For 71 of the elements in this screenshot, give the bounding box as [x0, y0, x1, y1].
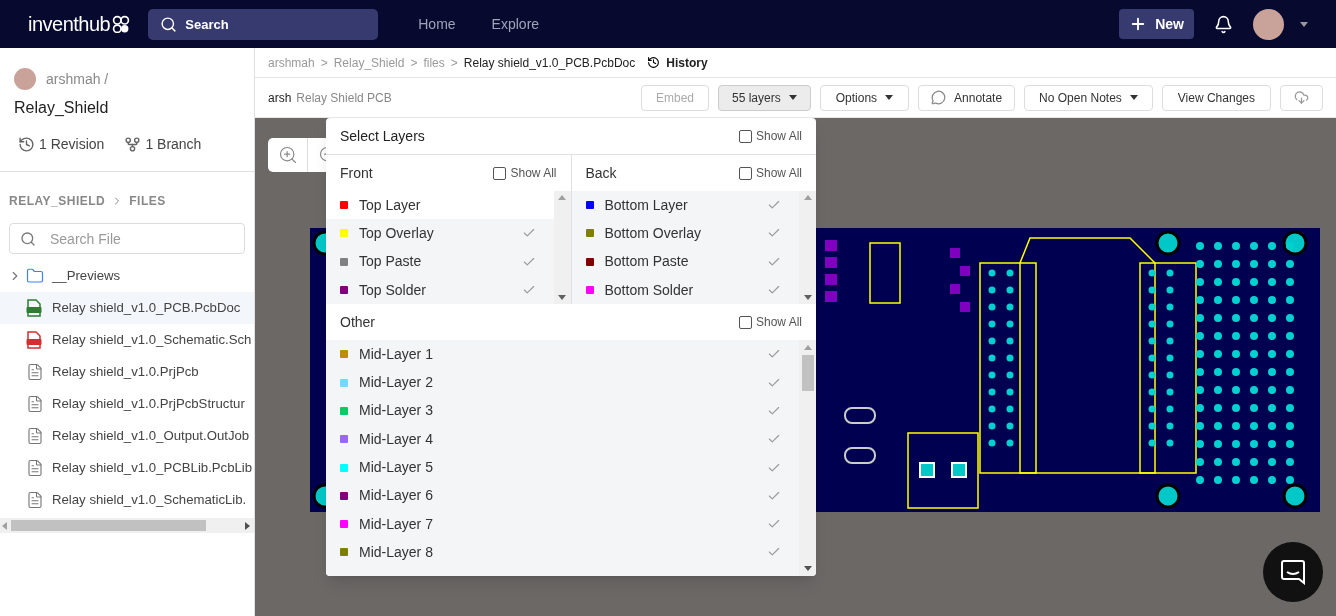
layer-name: Top Layer: [359, 195, 422, 215]
layer-name: Mid-Layer 1: [359, 344, 434, 364]
layer-name: Mid-Layer 7: [359, 514, 434, 534]
file-item[interactable]: Relay shield_v1.0_Schematic.Sch: [0, 324, 254, 356]
logo-text[interactable]: inventhub: [28, 9, 111, 39]
branch-count[interactable]: 1 Branch: [145, 134, 202, 155]
layer-item[interactable]: Top Paste: [326, 247, 554, 276]
show-all-label: Show All: [755, 165, 802, 182]
file-item[interactable]: __Previews: [0, 260, 254, 292]
repository-title: Relay_Shield: [14, 98, 110, 118]
breadcrumb-separator: >: [410, 54, 418, 72]
dropdown-title: Select Layers: [340, 126, 425, 146]
options-button[interactable]: Options: [819, 84, 910, 111]
layer-item[interactable]: Bottom Paste: [571, 247, 799, 276]
user-name: arsh: [268, 89, 292, 107]
show-all-label: Show All: [755, 128, 802, 145]
file-name: Relay shield_v1.0_Output.OutJob: [52, 427, 250, 446]
history-link[interactable]: History: [666, 53, 708, 72]
show-all-label: Show All: [510, 165, 557, 182]
new-button[interactable]: New: [1119, 9, 1194, 39]
layer-item[interactable]: Top Overlay: [326, 219, 554, 248]
path-segment[interactable]: FILES: [129, 192, 166, 210]
file-name: Relay shield_v1.0_SchematicLib.: [52, 491, 247, 510]
group-title: Other: [340, 312, 375, 332]
layer-name: Mid-Layer 3: [359, 401, 434, 421]
document-title: Relay Shield PCB: [296, 89, 392, 107]
file-item[interactable]: Relay shield_v1.0.PrjPcbStructur: [0, 388, 254, 420]
layer-name: Mid-Layer 6: [359, 486, 434, 506]
layer-name: Bottom Paste: [604, 252, 690, 272]
layer-name: Bottom Layer: [604, 195, 689, 215]
layer-name: Mid-Layer 8: [359, 542, 434, 562]
search-field[interactable]: Search: [148, 8, 379, 40]
layer-name: Mid-Layer 5: [359, 458, 434, 477]
group-title: Front: [340, 163, 373, 183]
file-item[interactable]: Relay shield_v1.0_PCB.PcbDoc: [0, 292, 254, 324]
file-item[interactable]: Relay shield_v1.0_Output.OutJob: [0, 420, 254, 452]
path-segment[interactable]: RELAY_SHIELD: [9, 192, 106, 210]
search-file-field[interactable]: Search File: [9, 223, 245, 254]
layer-name: Mid-Layer 4: [359, 429, 434, 449]
annotate-button[interactable]: Annotate: [918, 84, 1016, 111]
breadcrumb-separator: >: [450, 54, 458, 72]
owner-name[interactable]: arshmah /: [46, 68, 109, 90]
breadcrumb-separator: >: [320, 54, 328, 72]
file-name: Relay shield_v1.0_PCB.PcbDoc: [52, 299, 241, 318]
layer-name: Top Paste: [359, 252, 423, 272]
layer-name: Mid-Layer 2: [359, 373, 434, 393]
layer-name: Top Overlay: [359, 223, 435, 243]
layer-name: Top Solder: [359, 280, 427, 300]
file-item[interactable]: Relay shield_v1.0.PrjPcb: [0, 356, 254, 388]
group-title: Back: [585, 163, 617, 183]
layer-item[interactable]: Bottom Overlay: [571, 219, 799, 248]
layer-item[interactable]: Bottom Solder: [571, 275, 799, 305]
file-item[interactable]: Relay shield_v1.0_PCBLib.PcbLib: [0, 452, 254, 484]
layer-name: Bottom Overlay: [604, 223, 702, 243]
breadcrumb-current: Relay shield_v1.0_PCB.PcbDoc: [463, 54, 636, 72]
nav-link[interactable]: Explore: [491, 13, 540, 35]
file-name: Relay shield_v1.0.PrjPcb: [52, 363, 199, 382]
show-all-label: Show All: [755, 314, 802, 332]
file-name: Relay shield_v1.0_Schematic.Sch: [52, 331, 252, 350]
file-item[interactable]: Relay shield_v1.0_SchematicLib.: [0, 484, 254, 516]
revision-count[interactable]: 1 Revision: [39, 134, 105, 155]
layer-item[interactable]: Top Solder: [326, 275, 554, 305]
notes-button[interactable]: No Open Notes: [1024, 84, 1153, 111]
layer-name: Bottom Solder: [604, 280, 695, 300]
file-name: Relay shield_v1.0.PrjPcbStructur: [52, 395, 245, 414]
layer-item[interactable]: Bottom Layer: [571, 191, 799, 220]
view-changes-button[interactable]: View Changes: [1161, 84, 1271, 111]
nav-link[interactable]: Home: [418, 13, 456, 35]
layers-button[interactable]: 55 layers: [718, 84, 811, 111]
file-name: __Previews: [52, 267, 121, 286]
file-name: Relay shield_v1.0_PCBLib.PcbLib: [52, 459, 253, 478]
